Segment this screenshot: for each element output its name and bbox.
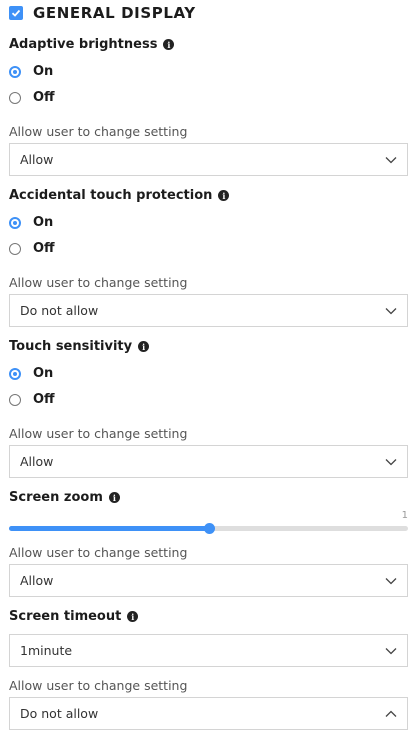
info-icon[interactable]: i xyxy=(163,39,175,50)
touch-protection-allow-label: Allow user to change setting xyxy=(9,275,188,290)
screen-zoom-allow-label: Allow user to change setting xyxy=(9,545,188,560)
screen-timeout-allow-select[interactable]: Do not allow xyxy=(9,697,408,730)
chevron-down-icon xyxy=(385,458,397,465)
chevron-down-icon xyxy=(385,307,397,314)
chevron-up-icon xyxy=(385,710,397,717)
touch-protection-on-radio[interactable]: On xyxy=(9,215,53,230)
radio-label: On xyxy=(33,64,54,79)
adaptive-brightness-label: Adaptive brightness i xyxy=(9,37,175,52)
select-value: Allow xyxy=(20,152,54,167)
touch-protection-text: Accidental touch protection xyxy=(9,188,213,203)
select-value: 1minute xyxy=(20,643,73,658)
radio-unselected-icon xyxy=(9,91,21,104)
touch-protection-off-radio[interactable]: Off xyxy=(9,241,55,256)
radio-selected-icon xyxy=(9,65,21,78)
screen-timeout-select[interactable]: 1minute xyxy=(9,634,408,667)
info-icon[interactable]: i xyxy=(138,341,150,352)
touch-sensitivity-allow-label: Allow user to change setting xyxy=(9,426,188,441)
screen-zoom-allow-select[interactable]: Allow xyxy=(9,564,408,597)
touch-sensitivity-on-radio[interactable]: On xyxy=(9,366,53,381)
info-icon[interactable]: i xyxy=(127,611,139,622)
screen-timeout-label: Screen timeout i xyxy=(9,609,139,624)
slider-thumb[interactable] xyxy=(203,523,215,534)
chevron-down-icon xyxy=(385,577,397,584)
touch-sensitivity-allow-select[interactable]: Allow xyxy=(9,445,408,478)
adaptive-brightness-text: Adaptive brightness xyxy=(9,37,158,52)
section-header: GENERAL DISPLAY xyxy=(9,3,196,23)
select-value: Do not allow xyxy=(20,303,99,318)
screen-timeout-text: Screen timeout xyxy=(9,609,122,624)
radio-label: Off xyxy=(33,392,55,407)
slider-fill xyxy=(9,526,209,531)
slider-value: 1 xyxy=(401,510,408,521)
info-icon[interactable]: i xyxy=(218,190,230,201)
adaptive-brightness-on-radio[interactable]: On xyxy=(9,64,53,79)
screen-zoom-label: Screen zoom i xyxy=(9,490,120,505)
radio-label: Off xyxy=(33,241,55,256)
adaptive-allow-label: Allow user to change setting xyxy=(9,124,188,139)
adaptive-brightness-off-radio[interactable]: Off xyxy=(9,90,55,105)
touch-sensitivity-label: Touch sensitivity i xyxy=(9,339,150,354)
radio-label: Off xyxy=(33,90,55,105)
touch-sensitivity-text: Touch sensitivity xyxy=(9,339,133,354)
radio-label: On xyxy=(33,215,54,230)
radio-unselected-icon xyxy=(9,242,21,255)
select-value: Allow xyxy=(20,573,54,588)
touch-protection-allow-select[interactable]: Do not allow xyxy=(9,294,408,327)
chevron-down-icon xyxy=(385,647,397,654)
radio-selected-icon xyxy=(9,367,21,380)
adaptive-allow-select[interactable]: Allow xyxy=(9,143,408,176)
touch-protection-label: Accidental touch protection i xyxy=(9,188,230,203)
touch-sensitivity-off-radio[interactable]: Off xyxy=(9,392,55,407)
section-title: GENERAL DISPLAY xyxy=(33,4,196,22)
radio-unselected-icon xyxy=(9,393,21,406)
chevron-down-icon xyxy=(385,156,397,163)
info-icon[interactable]: i xyxy=(108,492,120,503)
select-value: Allow xyxy=(20,454,54,469)
radio-label: On xyxy=(33,366,54,381)
screen-zoom-text: Screen zoom xyxy=(9,490,103,505)
radio-selected-icon xyxy=(9,216,21,229)
general-display-checkbox[interactable] xyxy=(9,6,23,20)
select-value: Do not allow xyxy=(20,706,99,721)
screen-timeout-allow-label: Allow user to change setting xyxy=(9,678,188,693)
screen-zoom-slider[interactable] xyxy=(9,523,408,534)
